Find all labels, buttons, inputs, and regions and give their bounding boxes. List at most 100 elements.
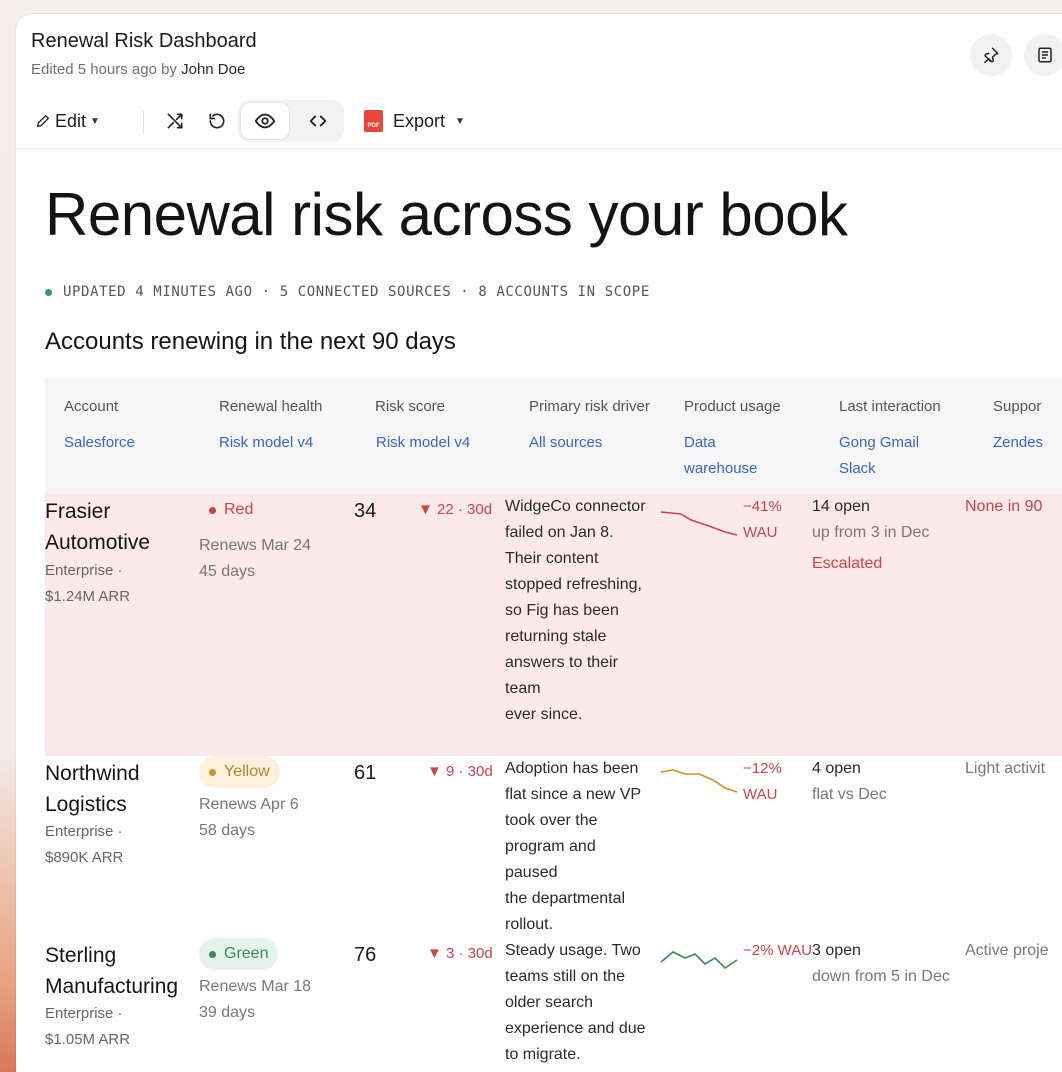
table-row[interactable]: Sterling Manufacturing Enterprise · $1.0…: [45, 938, 1062, 1072]
section-title: Accounts renewing in the next 90 days: [45, 328, 456, 355]
driver-line: experience and due: [505, 1020, 646, 1037]
column-header-renewal-health[interactable]: Renewal health: [219, 398, 322, 415]
column-source-last-interaction[interactable]: Gong Gmail Slack: [839, 430, 919, 482]
column-source-risk-score[interactable]: Risk model v4: [376, 430, 470, 456]
usage-value: −41%: [743, 498, 782, 515]
column-header-support[interactable]: Suppor: [993, 398, 1041, 415]
renewal-date: Renews Apr 6: [199, 796, 299, 813]
driver-line: ever since.: [505, 706, 583, 723]
account-arr: $1.24M ARR: [45, 588, 131, 605]
author-name[interactable]: John Doe: [181, 61, 245, 78]
source-label: All sources: [529, 434, 603, 451]
table-header: Account Salesforce Renewal health Risk m…: [45, 378, 1062, 494]
column-source-primary-risk-driver[interactable]: All sources: [529, 430, 602, 456]
code-mode-button[interactable]: [294, 102, 342, 140]
account-name[interactable]: Sterling Manufacturing: [45, 940, 205, 1002]
table-row[interactable]: Frasier Automotive Enterprise · $1.24M A…: [45, 494, 1062, 756]
account-tier: Enterprise ·: [45, 1005, 123, 1022]
account-name[interactable]: Northwind Logistics: [45, 758, 195, 820]
driver-line: answers to their: [505, 654, 618, 671]
page-heading: Renewal risk across your book: [45, 181, 848, 248]
edited-info: Edited 5 hours ago by John Doe: [31, 61, 245, 78]
driver-line: to migrate.: [505, 1046, 581, 1063]
status-line: UPDATED 4 MINUTES AGO · 5 CONNECTED SOUR…: [45, 284, 650, 300]
source-label: Salesforce: [64, 434, 135, 451]
code-icon: [309, 115, 327, 127]
health-label: Red: [224, 501, 254, 518]
driver-line: teams still on the: [505, 968, 626, 985]
usage-sparkline: [660, 769, 738, 793]
column-header-primary-risk-driver[interactable]: Primary risk driver: [529, 398, 650, 415]
column-header-last-interaction[interactable]: Last interaction: [839, 398, 941, 415]
pencil-icon: [37, 115, 49, 127]
table-row[interactable]: Northwind Logistics Enterprise · $890K A…: [45, 756, 1062, 938]
driver-line: Steady usage. Two: [505, 942, 641, 959]
status-dot: [209, 506, 216, 514]
document-button[interactable]: [1024, 34, 1062, 76]
shuffle-button[interactable]: [163, 100, 187, 142]
driver-line: WidgeCo connector: [505, 498, 646, 515]
refresh-button[interactable]: [205, 100, 229, 142]
pdf-badge-text: PDF: [367, 123, 380, 129]
eye-icon: [254, 113, 276, 129]
preview-mode-button[interactable]: [240, 102, 290, 140]
driver-line: paused: [505, 864, 558, 881]
health-label: Yellow: [224, 763, 270, 780]
driver-line: flat since a new VP: [505, 786, 642, 803]
driver-line: failed on Jan 8.: [505, 524, 614, 541]
shuffle-icon: [167, 113, 183, 129]
column-source-account[interactable]: Salesforce: [64, 430, 135, 456]
pdf-icon: PDF: [364, 110, 383, 132]
edit-menu-button[interactable]: Edit ▼: [35, 100, 100, 142]
column-header-risk-score[interactable]: Risk score: [375, 398, 445, 415]
driver-line: Adoption has been: [505, 760, 639, 777]
usage-change: −2% WAU: [743, 942, 813, 959]
pin-button[interactable]: [970, 34, 1012, 76]
account-arr: $1.05M ARR: [45, 1031, 131, 1048]
renewal-days: 45 days: [199, 563, 256, 580]
health-badge: Red: [199, 494, 263, 526]
interaction-count: 14 open: [812, 498, 870, 515]
source-label: Data: [684, 434, 716, 451]
driver-line: older search: [505, 994, 594, 1011]
column-source-product-usage[interactable]: Data warehouse: [684, 430, 757, 482]
column-header-account[interactable]: Account: [64, 398, 118, 415]
live-status-dot: [45, 288, 52, 296]
usage-metric: WAU: [743, 786, 778, 803]
export-menu-button[interactable]: PDF Export ▼: [364, 100, 465, 142]
risk-score: 34: [354, 500, 377, 522]
column-source-support[interactable]: Zendes: [993, 430, 1043, 456]
chevron-down-icon: ▼: [455, 115, 465, 127]
risk-score: 61: [354, 762, 377, 784]
risk-score-delta: ▼ 22 · 30d: [418, 501, 493, 518]
driver-line: the departmental: [505, 890, 626, 907]
toolbar-divider: [143, 111, 144, 133]
renewal-days: 39 days: [199, 1004, 256, 1021]
escalation-status: Escalated: [812, 555, 883, 572]
risk-score-delta: ▼ 3 · 30d: [427, 945, 493, 962]
driver-line: rollout.: [505, 916, 554, 933]
source-label: Risk model v4: [219, 434, 314, 451]
support-status: None in 90: [965, 498, 1043, 515]
source-label: warehouse: [684, 460, 758, 477]
column-source-renewal-health[interactable]: Risk model v4: [219, 430, 313, 456]
source-label: Gong Gmail: [839, 434, 920, 451]
renewal-date: Renews Mar 24: [199, 537, 312, 554]
renewal-days: 58 days: [199, 822, 256, 839]
driver-line: team: [505, 680, 541, 697]
edit-label: Edit: [55, 110, 87, 131]
account-name-line: Northwind: [45, 762, 140, 785]
account-tier: Enterprise ·: [45, 562, 123, 579]
interaction-count: 3 open: [812, 942, 861, 959]
export-label: Export: [393, 110, 446, 131]
risk-driver: WidgeCo connector failed on Jan 8. Their…: [505, 494, 655, 728]
account-name[interactable]: Frasier Automotive: [45, 496, 195, 558]
usage-value: −12%: [743, 760, 782, 777]
column-header-product-usage[interactable]: Product usage: [684, 398, 781, 415]
chevron-down-icon: ▼: [90, 115, 100, 127]
status-text: UPDATED 4 MINUTES AGO · 5 CONNECTED SOUR…: [63, 284, 650, 300]
account-name-line: Automotive: [45, 531, 151, 554]
document-icon: [1038, 47, 1052, 63]
refresh-icon: [209, 113, 225, 129]
status-dot: [209, 950, 216, 958]
